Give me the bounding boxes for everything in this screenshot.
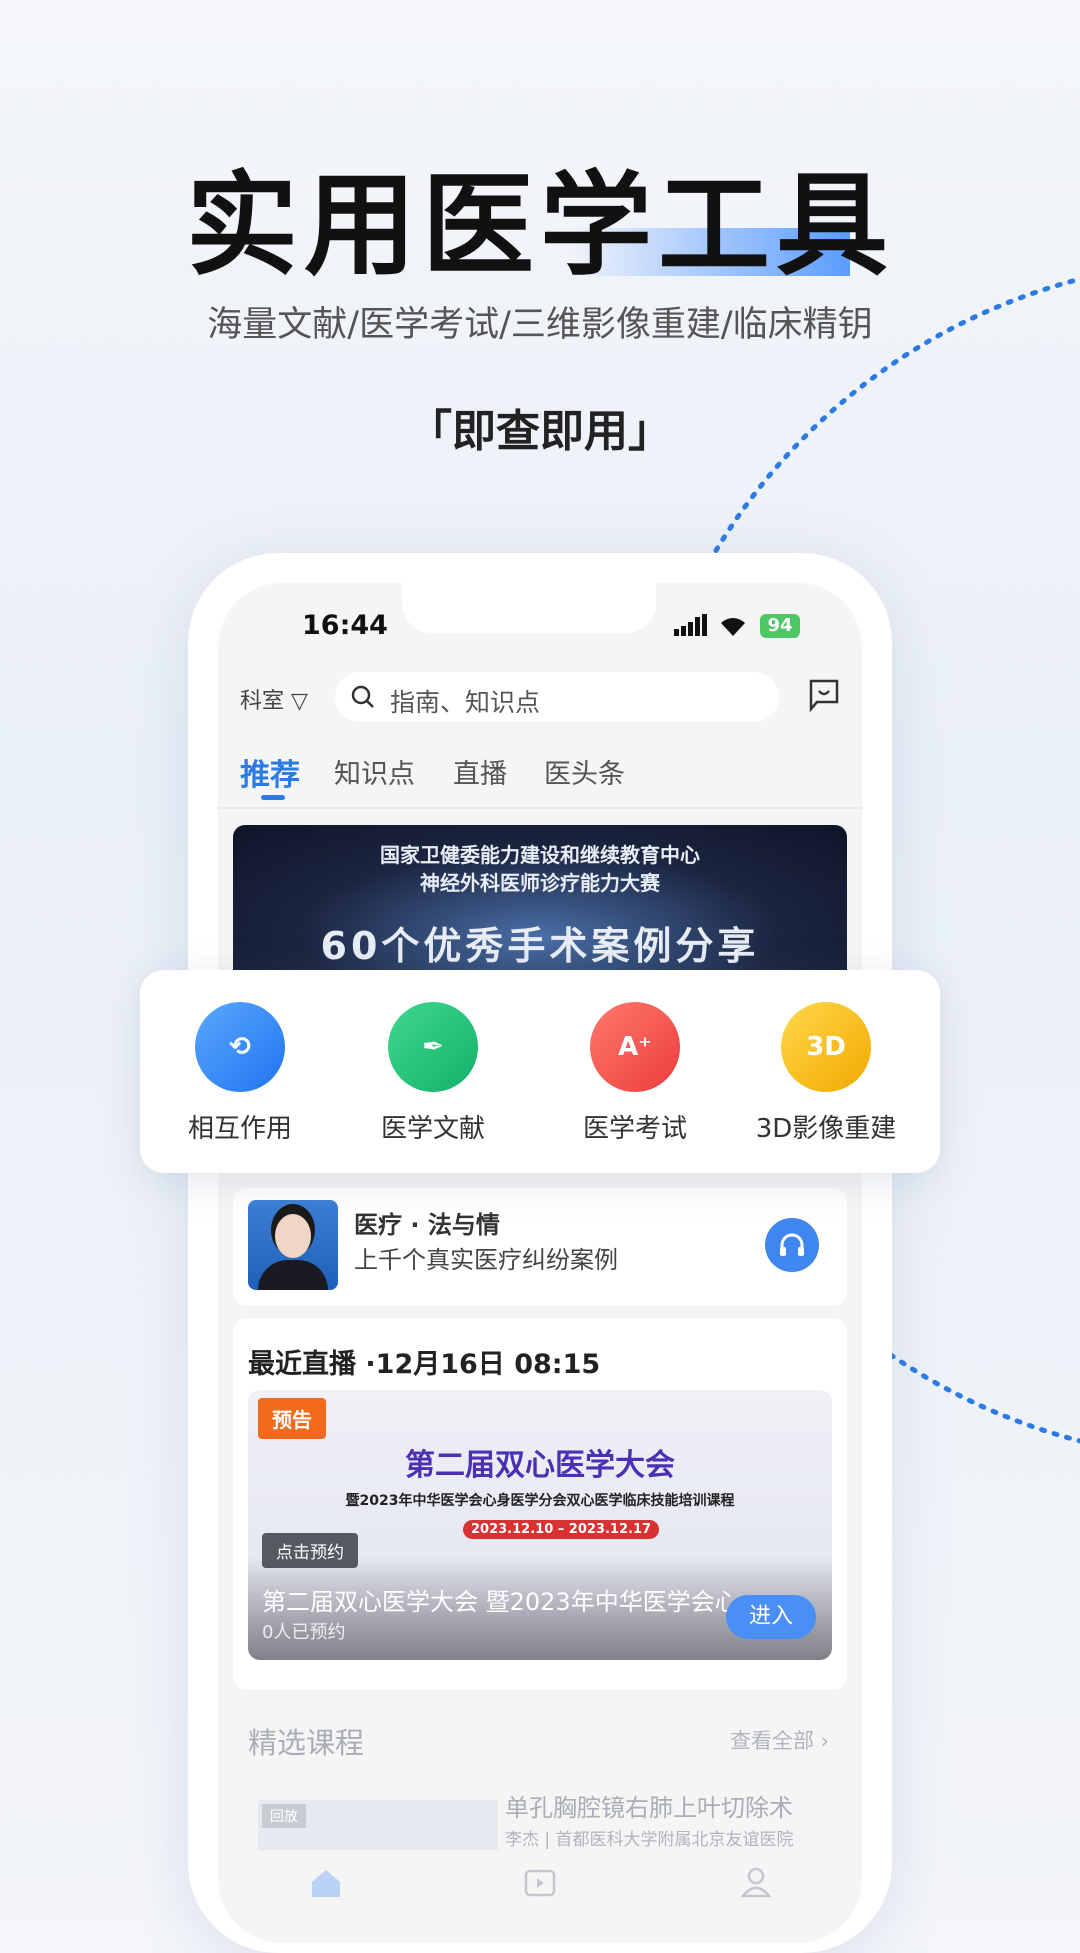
course-thumbnail[interactable]: 回放 xyxy=(258,1800,498,1850)
headphones-icon[interactable] xyxy=(765,1218,819,1272)
phone-notch xyxy=(402,583,656,633)
search-placeholder: 指南、知识点 xyxy=(390,688,541,717)
tools-card: ⟲ 相互作用 ✒ 医学文献 A⁺ 医学考试 3D 3D影像重建 xyxy=(140,970,940,1173)
exam-icon: A⁺ xyxy=(590,1002,680,1092)
wifi-icon xyxy=(721,618,745,636)
home-icon[interactable] xyxy=(310,1868,342,1898)
hero-subtitle: 海量文献/医学考试/三维影像重建/临床精钥 xyxy=(207,305,873,345)
pen-icon: ✒ xyxy=(388,1002,478,1092)
poster-date: 2023.12.10 – 2023.12.17 xyxy=(463,1520,660,1539)
tab-headlines[interactable]: 医头条 xyxy=(544,752,625,791)
tab-recommend[interactable]: 推荐 xyxy=(240,750,300,794)
banner-carousel[interactable]: 国家卫健委能力建设和继续教育中心 神经外科医师诊疗能力大赛 60个优秀手术案例分… xyxy=(233,825,847,985)
live-poster[interactable]: 预告 第二届双心医学大会 暨2023年中华医学会心身医学分会双心医学临床技能培训… xyxy=(248,1390,832,1660)
hero-title: 实用医学工具 xyxy=(186,161,894,291)
banner-headline: 60个优秀手术案例分享 xyxy=(320,924,760,968)
department-filter[interactable]: 科室 ▽ xyxy=(240,683,308,715)
live-name: 第二届双心医学大会 暨2023年中华医学会心 xyxy=(262,1588,732,1616)
tool-literature[interactable]: ✒ 医学文献 xyxy=(333,1002,533,1145)
poster-subtitle: 暨2023年中华医学会心身医学分会双心医学临床技能培训课程 xyxy=(345,1493,735,1509)
banner-line1: 国家卫健委能力建设和继续教育中心 xyxy=(380,843,700,867)
tab-live[interactable]: 直播 xyxy=(453,752,507,791)
podcast-title: 医疗 · 法与情 xyxy=(354,1211,500,1239)
enter-button[interactable]: 进入 xyxy=(726,1595,816,1639)
tool-label: 相互作用 xyxy=(187,1114,292,1144)
reserve-count: 0人已预约 xyxy=(262,1622,346,1643)
courses-title: 精选课程 xyxy=(248,1726,365,1760)
search-icon xyxy=(351,685,374,708)
interaction-icon: ⟲ xyxy=(195,1002,285,1092)
message-icon[interactable] xyxy=(808,678,840,712)
tool-label: 3D影像重建 xyxy=(755,1114,897,1144)
profile-icon[interactable] xyxy=(740,1866,772,1898)
tool-label: 医学文献 xyxy=(380,1114,485,1144)
active-tab-indicator xyxy=(261,795,285,800)
tool-3d[interactable]: 3D 3D影像重建 xyxy=(726,1002,926,1145)
tab-knowledge[interactable]: 知识点 xyxy=(334,752,415,791)
preview-badge: 预告 xyxy=(258,1398,326,1439)
signal-icon xyxy=(674,614,707,636)
view-all-link[interactable]: 查看全部 › xyxy=(730,1725,829,1755)
status-time: 16:44 xyxy=(302,610,388,641)
course-badge: 回放 xyxy=(262,1804,306,1828)
course-title[interactable]: 单孔胸腔镜右肺上叶切除术 xyxy=(505,1788,793,1823)
podcast-description: 上千个真实医疗纠纷案例 xyxy=(354,1246,618,1274)
banner-line2: 神经外科医师诊疗能力大赛 xyxy=(420,871,660,895)
battery-indicator: 94 xyxy=(760,614,800,638)
divider xyxy=(218,807,862,809)
podcast-avatar xyxy=(248,1200,338,1290)
live-section-title: 最近直播 ·12月16日 08:15 xyxy=(248,1349,601,1380)
hero-slogan: 「即查即用」 xyxy=(408,406,672,457)
poster-title: 第二届双心医学大会 xyxy=(405,1448,675,1483)
tool-label: 医学考试 xyxy=(582,1114,687,1144)
course-subtitle: 李杰 | 首都医科大学附属北京友谊医院 xyxy=(505,1830,794,1850)
filter-icon: ▽ xyxy=(284,689,308,714)
tool-exam[interactable]: A⁺ 医学考试 xyxy=(535,1002,735,1145)
video-icon[interactable] xyxy=(524,1868,556,1898)
tool-interaction[interactable]: ⟲ 相互作用 xyxy=(140,1002,340,1145)
department-label: 科室 xyxy=(240,689,285,714)
3d-icon: 3D xyxy=(781,1002,871,1092)
